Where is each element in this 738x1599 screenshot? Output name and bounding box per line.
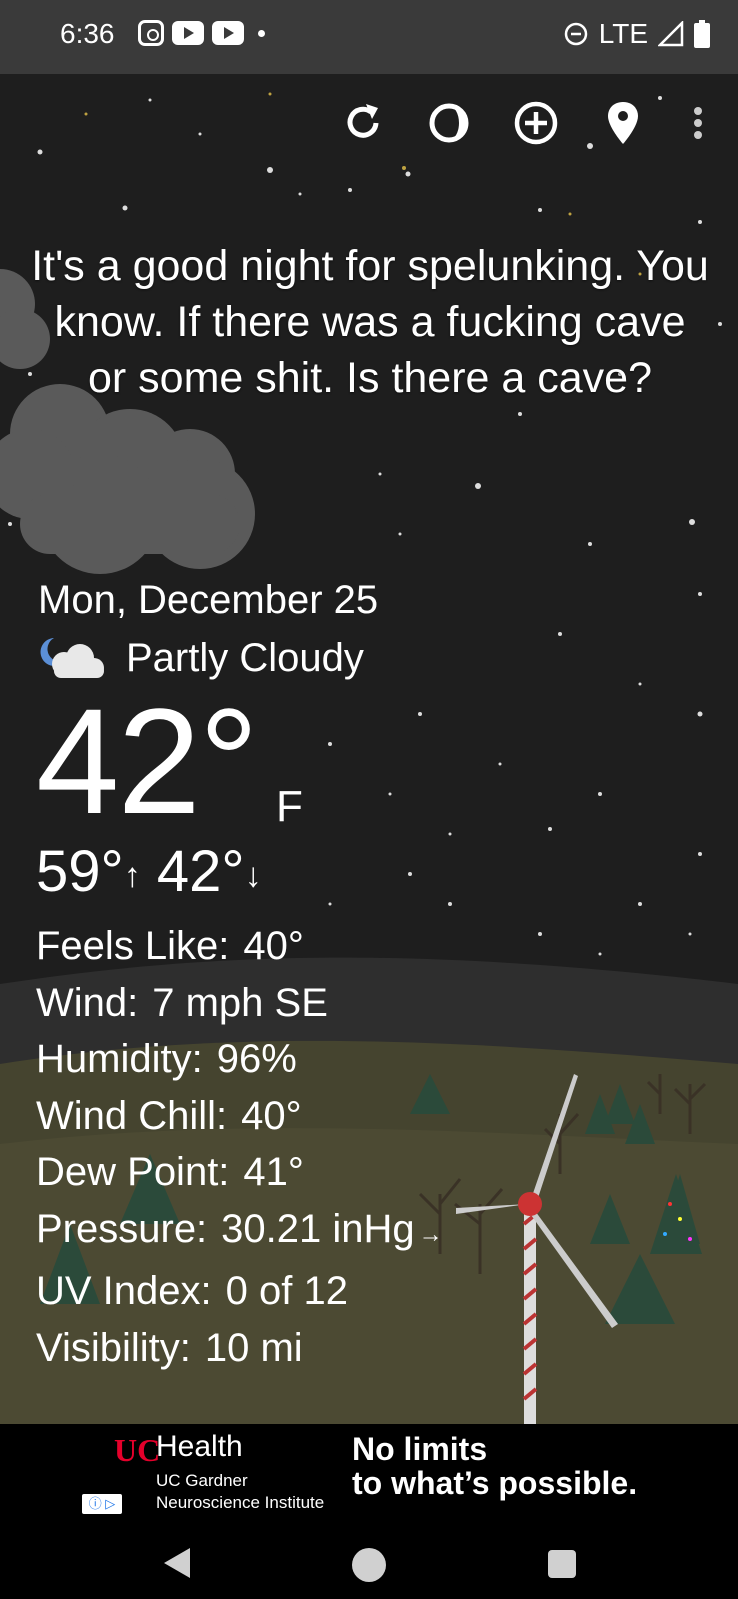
detail-label: Feels Like: [36,924,230,968]
ad-subtitle-line-2: Neuroscience Institute [156,1493,325,1512]
ad-subtitle: UC Gardner Neuroscience Institute [156,1470,324,1514]
weather-details: Feels Like: 40° Wind: 7 mph SE Humidity: 96… [36,918,443,1376]
detail-value: 30.21 inHg [221,1206,415,1251]
detail-label: Visibility: [36,1325,191,1370]
network-type: LTE [598,18,648,49]
high-arrow-icon: ↑ [123,856,141,895]
date-label: Mon, December 25 [38,578,379,622]
detail-value: 40° [241,1093,302,1138]
detail-label: UV Index: [36,1269,212,1313]
partly-cloudy-night-icon [40,638,104,678]
detail-humidity: Humidity: 96% [36,1031,443,1088]
high-low: 59°↑ 42°↓ [36,842,262,906]
ad-headline-line-2: to what’s possible. [352,1465,638,1501]
system-nav-bar [0,1534,738,1599]
detail-visibility: Visibility: 10 mi [36,1320,443,1377]
detail-label: Dew Point: [36,1150,230,1194]
detail-label: Humidity: [36,1037,203,1081]
status-bar: 6:36 LTE [0,0,738,74]
low-temp: 42° [156,839,245,904]
notification-icons [138,20,265,46]
add-location-icon[interactable] [511,98,561,148]
ad-choices-icon[interactable]: ⓘ ▷ [82,1494,122,1514]
location-pin-icon[interactable] [598,98,648,148]
do-not-disturb-icon [564,22,587,46]
detail-wind: Wind: 7 mph SE [36,975,443,1032]
detail-value: 96% [216,1037,297,1081]
ad-subtitle-line-1: UC Gardner [156,1471,248,1490]
detail-wind-chill: Wind Chill: 40° [36,1088,443,1145]
high-temp: 59° [36,839,124,904]
ad-brand: Health [156,1430,243,1463]
uc-logo-icon: UC [114,1432,161,1468]
back-icon[interactable] [162,1546,192,1580]
recents-icon[interactable] [548,1550,576,1578]
detail-uv-index: UV Index: 0 of 12 [36,1263,443,1320]
battery-icon [694,20,710,48]
status-time: 6:36 [60,18,115,49]
weather-quote: It's a good night for spelunking. You kn… [31,242,709,402]
refresh-icon[interactable] [338,98,388,148]
detail-dew-point: Dew Point: 41° [36,1144,443,1201]
detail-value: 7 mph SE [152,980,328,1025]
detail-label: Wind: [36,980,139,1025]
detail-label: Wind Chill: [36,1093,228,1138]
detail-label: Pressure: [36,1206,208,1251]
detail-value: 0 of 12 [225,1269,348,1313]
condition-text: Partly Cloudy [126,635,364,680]
youtube-icon [172,21,204,45]
ad-headline-line-1: No limits [352,1431,488,1467]
more-notifications-icon [258,29,265,37]
condition-row: Partly Cloudy [36,634,364,682]
temperature-unit: F [276,782,303,831]
detail-pressure: Pressure: 30.21 inHg → [36,1201,443,1264]
detail-value: 40° [243,924,304,968]
instagram-icon [138,20,164,46]
detail-value: 41° [243,1150,304,1194]
more-vert-icon[interactable] [680,98,716,148]
ad-headline[interactable]: No limits to what’s possible. [352,1432,637,1500]
theme-circle-icon[interactable] [424,98,474,148]
signal-icon [658,21,684,47]
youtube-icon [212,21,244,45]
pressure-trend-arrow-icon: → [418,1220,443,1248]
home-icon[interactable] [352,1548,386,1582]
toolbar [0,98,738,148]
detail-feels-like: Feels Like: 40° [36,918,443,975]
low-arrow-icon: ↓ [244,856,262,895]
current-temperature: 42° [36,677,259,845]
system-icons: LTE [563,18,710,50]
detail-value: 10 mi [204,1325,303,1370]
